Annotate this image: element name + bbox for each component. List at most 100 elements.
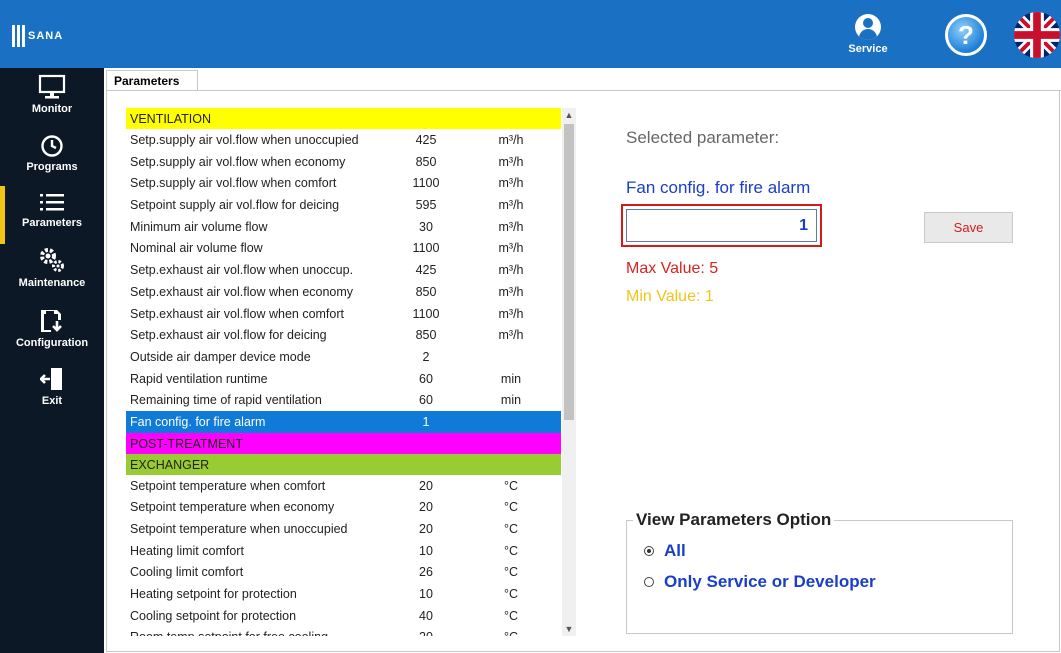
parameter-group-header[interactable]: EXCHANGER xyxy=(126,453,561,475)
clock-icon xyxy=(0,130,104,158)
help-icon[interactable]: ? xyxy=(945,14,987,56)
parameter-row[interactable]: Fan config. for fire alarm 1 xyxy=(126,410,561,433)
parameter-unit: m³/h xyxy=(498,154,524,169)
parameter-value: 20 xyxy=(419,522,433,536)
parameter-name: Setpoint supply air vol.flow for deicing xyxy=(130,198,340,213)
sidebar-item-label: Maintenance xyxy=(18,277,86,289)
parameter-value: 595 xyxy=(415,198,437,213)
parameter-unit: min xyxy=(500,371,522,386)
sidebar-item-exit[interactable]: Exit xyxy=(0,364,104,422)
sidebar-item-label: Monitor xyxy=(31,103,73,115)
sidebar-item-programs[interactable]: Programs xyxy=(0,130,104,188)
parameter-row[interactable]: Heating setpoint for protection 10 °C xyxy=(126,583,561,605)
parameter-unit: m³/h xyxy=(498,284,524,299)
parameter-unit: m³/h xyxy=(498,198,524,213)
max-value-label: Max Value: 5 xyxy=(626,260,719,277)
parameter-row[interactable]: Setp.exhaust air vol.flow when economy 85… xyxy=(126,281,561,303)
parameter-row[interactable]: Rapid ventilation runtime 60 min xyxy=(126,368,561,390)
parameter-row[interactable]: Room temp.setpoint for free cooling 20 °C xyxy=(126,626,561,636)
parameter-row[interactable]: Setpoint temperature when comfort 20 °C xyxy=(126,475,561,497)
parameter-name: Heating limit comfort xyxy=(130,543,244,558)
parameter-name: Cooling limit comfort xyxy=(130,565,244,580)
parameter-name: Setp.exhaust air vol.flow when unoccup. xyxy=(130,263,354,278)
gears-icon xyxy=(0,246,104,274)
parameter-row[interactable]: Setp.exhaust air vol.flow when unoccup. 4… xyxy=(126,259,561,281)
parameter-unit: °C xyxy=(503,500,519,515)
sidebar-item-label: Programs xyxy=(26,161,78,173)
parameter-row[interactable]: Cooling setpoint for protection 40 °C xyxy=(126,605,561,627)
parameter-name: Setp.supply air vol.flow when comfort xyxy=(130,176,337,191)
parameter-row[interactable]: Setp.supply air vol.flow when unoccupied… xyxy=(126,129,561,151)
parameter-row[interactable]: Setp.exhaust air vol.flow when comfort 11… xyxy=(126,303,561,325)
parameter-name: Setp.exhaust air vol.flow when comfort xyxy=(130,306,344,321)
scrollbar-thumb[interactable] xyxy=(564,124,574,420)
parameter-unit: °C xyxy=(503,565,519,580)
exit-door-icon xyxy=(0,364,104,392)
value-input-frame xyxy=(621,204,822,247)
parameter-row[interactable]: Outside air damper device mode 2 xyxy=(126,346,561,368)
scroll-up-icon[interactable]: ▲ xyxy=(562,108,576,122)
parameter-unit: m³/h xyxy=(498,219,524,234)
parameter-name: Setp.supply air vol.flow when economy xyxy=(130,154,346,169)
parameter-value: 30 xyxy=(419,219,433,234)
parameter-row[interactable]: Setp.supply air vol.flow when economy 850… xyxy=(126,151,561,173)
parameter-value: 1100 xyxy=(412,176,440,191)
view-options-title: View Parameters Option xyxy=(633,510,835,530)
parameter-group-header[interactable]: VENTILATION xyxy=(126,108,561,129)
sidebar-item-parameters[interactable]: Parameters xyxy=(0,186,104,244)
parameter-value: 850 xyxy=(415,328,437,343)
parameter-value: 1100 xyxy=(412,241,440,256)
parameter-row[interactable]: Minimum air volume flow 30 m³/h xyxy=(126,216,561,238)
parameter-value: 10 xyxy=(419,587,433,602)
parameter-unit: °C xyxy=(503,587,519,602)
parameter-unit: m³/h xyxy=(498,133,524,147)
parameter-group-header[interactable]: POST-TREATMENT xyxy=(126,432,561,454)
parameter-row[interactable]: Remaining time of rapid ventilation 60 min xyxy=(126,389,561,411)
parameter-value: 2 xyxy=(422,349,430,364)
parameter-row[interactable]: Setpoint temperature when economy 20 °C xyxy=(126,496,561,518)
service-button[interactable]: Service xyxy=(838,12,898,64)
parameter-value: 425 xyxy=(415,263,437,278)
parameter-row[interactable]: Setp.supply air vol.flow when comfort 110… xyxy=(126,172,561,194)
tab-parameters[interactable]: Parameters xyxy=(106,70,198,90)
option-label: All xyxy=(664,541,686,560)
parameter-name: VENTILATION xyxy=(130,112,212,126)
parameter-row[interactable]: Setpoint temperature when unoccupied 20 °C xyxy=(126,518,561,540)
parameter-unit: m³/h xyxy=(498,306,524,321)
parameter-row[interactable]: Setp.exhaust air vol.flow for deicing 850… xyxy=(126,324,561,346)
radio-checked-icon[interactable] xyxy=(644,546,654,556)
parameter-name: Minimum air volume flow xyxy=(130,219,268,234)
parameter-value: 10 xyxy=(419,543,433,558)
scroll-down-icon[interactable]: ▼ xyxy=(562,622,576,636)
uk-flag-icon[interactable] xyxy=(1014,12,1060,58)
radio-unchecked-icon[interactable] xyxy=(644,577,654,587)
parameter-name: POST-TREATMENT xyxy=(130,436,243,451)
parameter-row[interactable]: Setpoint supply air vol.flow for deicing… xyxy=(126,194,561,216)
selected-parameter-label: Selected parameter: xyxy=(626,128,780,147)
parameter-value: 20 xyxy=(419,478,433,493)
parameter-row[interactable]: Cooling limit comfort 26 °C xyxy=(126,561,561,583)
parameter-name: Setpoint temperature when unoccupied xyxy=(130,522,348,536)
parameter-value: 60 xyxy=(419,393,433,408)
parameter-unit: °C xyxy=(503,478,519,493)
sidebar-item-configuration[interactable]: Configuration xyxy=(0,306,104,364)
option-service-developer[interactable]: Only Service or Developer xyxy=(644,572,876,592)
sidebar-item-maintenance[interactable]: Maintenance xyxy=(0,246,104,304)
parameter-name: Outside air damper device mode xyxy=(130,349,311,364)
parameter-name: Remaining time of rapid ventilation xyxy=(130,393,322,408)
company-logo: SANA xyxy=(12,22,62,50)
save-button[interactable]: Save xyxy=(924,212,1013,243)
user-icon xyxy=(855,14,881,40)
parameter-name: Heating setpoint for protection xyxy=(130,587,297,602)
parameter-row[interactable]: Nominal air volume flow 1100 m³/h xyxy=(126,237,561,259)
parameter-value: 1 xyxy=(422,414,430,429)
parameter-value: 850 xyxy=(415,154,437,169)
service-label: Service xyxy=(848,43,888,55)
parameter-list-scrollbar[interactable]: ▲ ▼ xyxy=(562,108,576,636)
sidebar-item-monitor[interactable]: Monitor xyxy=(0,72,104,130)
min-value-label: Min Value: 1 xyxy=(626,288,714,305)
parameter-name: Rapid ventilation runtime xyxy=(130,371,268,386)
option-all[interactable]: All xyxy=(644,541,686,561)
parameter-row[interactable]: Heating limit comfort 10 °C xyxy=(126,540,561,562)
value-input[interactable] xyxy=(626,209,817,242)
